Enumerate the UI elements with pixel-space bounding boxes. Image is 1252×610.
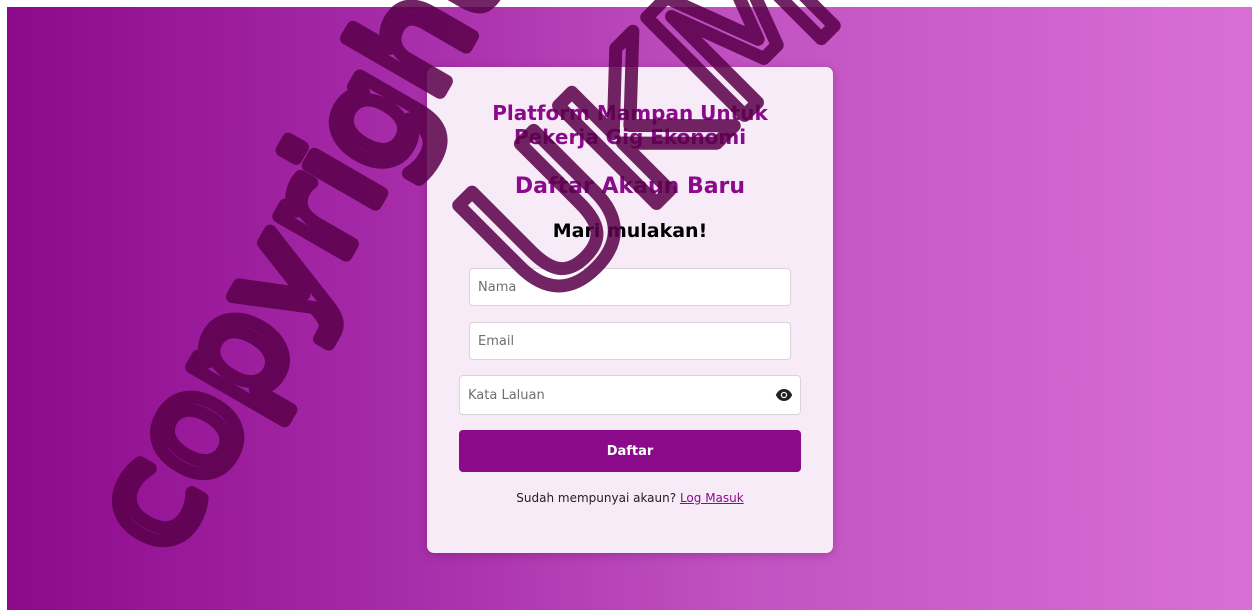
platform-title: Platform Mampan Untuk Pekerja Gig Ekonom… — [492, 101, 768, 149]
login-prompt-text: Sudah mempunyai akaun? — [516, 491, 677, 505]
password-group — [459, 375, 801, 415]
password-field[interactable] — [459, 375, 801, 415]
eye-icon[interactable] — [775, 386, 793, 404]
form-subtitle: Mari mulakan! — [552, 220, 708, 242]
email-field[interactable] — [469, 322, 791, 360]
register-card: Platform Mampan Untuk Pekerja Gig Ekonom… — [427, 67, 833, 553]
page-background: Platform Mampan Untuk Pekerja Gig Ekonom… — [7, 7, 1252, 610]
login-prompt: Sudah mempunyai akaun? Log Masuk — [427, 491, 833, 505]
name-field[interactable] — [469, 268, 791, 306]
login-link[interactable]: Log Masuk — [680, 491, 744, 505]
form-title: Daftar Akaun Baru — [514, 174, 746, 199]
register-button[interactable]: Daftar — [459, 430, 801, 472]
